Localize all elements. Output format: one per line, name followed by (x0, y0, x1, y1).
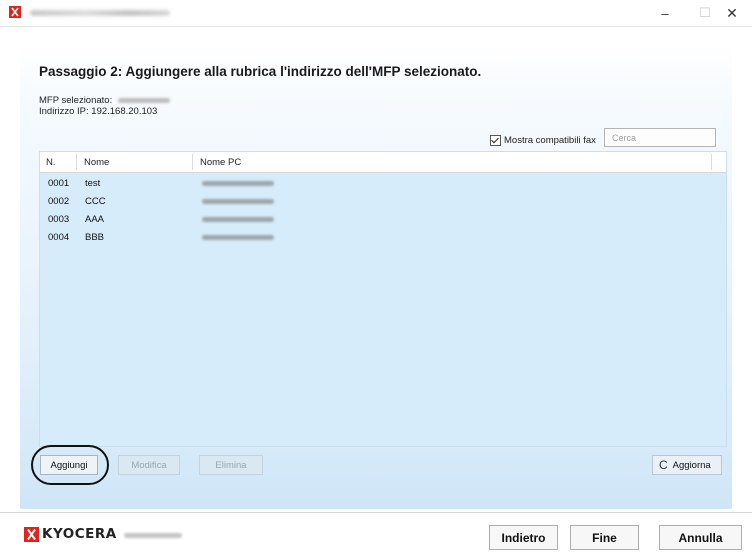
row-number: 0003 (48, 214, 70, 225)
ip-address-line: Indirizzo IP: 192.168.20.103 (39, 106, 157, 117)
fax-compatible-label: Mostra compatibili fax (504, 135, 596, 146)
row-name: CCC (85, 196, 106, 207)
table-row[interactable]: 0004 BBB (40, 228, 726, 246)
row-name: BBB (85, 232, 105, 243)
row-number: 0004 (48, 232, 70, 243)
footer-divider (0, 512, 752, 513)
refresh-button[interactable]: C Aggiorna (652, 455, 722, 475)
cancel-button[interactable]: Annulla (659, 525, 742, 550)
row-number: 0002 (48, 196, 70, 207)
refresh-icon: C (659, 458, 668, 472)
minimize-button[interactable]: – (645, 0, 685, 26)
wizard-panel: Passaggio 2: Aggiungere alla rubrica l'i… (20, 44, 732, 509)
row-name: AAA (85, 214, 105, 225)
selected-mfp-value-redacted (117, 97, 170, 103)
search-input[interactable] (604, 128, 716, 147)
column-divider[interactable] (192, 154, 193, 170)
window-title-redacted (30, 10, 170, 16)
column-header-number[interactable]: N. (46, 157, 56, 168)
column-divider[interactable] (76, 154, 77, 170)
table-header: N. Nome Nome PC (40, 152, 726, 173)
row-pc-name-redacted (202, 217, 274, 222)
address-book-table[interactable]: N. Nome Nome PC 0001 test 0002 CCC 0003 … (39, 151, 727, 447)
kyocera-app-icon (9, 6, 21, 18)
row-number: 0001 (48, 178, 70, 189)
column-divider[interactable] (711, 154, 712, 170)
brand-name: KYOCERA (42, 526, 117, 542)
table-row[interactable]: 0002 CCC (40, 192, 726, 210)
delete-button[interactable]: Elimina (199, 455, 263, 475)
row-pc-name-redacted (202, 199, 274, 204)
add-button-highlight-ring (31, 445, 109, 485)
step-title: Passaggio 2: Aggiungere alla rubrica l'i… (39, 64, 482, 79)
refresh-label: Aggiorna (672, 459, 711, 471)
selected-mfp-line: MFP selezionato: (39, 95, 170, 106)
kyocera-logo: KYOCERA (24, 526, 117, 542)
table-body: 0001 test 0002 CCC 0003 AAA 0004 BBB (40, 173, 726, 246)
row-name: test (85, 178, 101, 189)
kyocera-logo-icon (24, 526, 39, 542)
column-header-pc-name[interactable]: Nome PC (200, 157, 241, 168)
row-pc-name-redacted (202, 181, 274, 186)
edit-button[interactable]: Modifica (118, 455, 180, 475)
row-pc-name-redacted (202, 235, 274, 240)
column-header-name[interactable]: Nome (84, 157, 109, 168)
close-button[interactable]: ✕ (712, 0, 752, 26)
back-button[interactable]: Indietro (489, 525, 558, 550)
ip-address-value: 192.168.20.103 (91, 106, 158, 117)
title-bar: – ☐ ✕ (0, 0, 752, 27)
finish-button[interactable]: Fine (570, 525, 639, 550)
fax-compatible-checkbox[interactable]: Mostra compatibili fax (490, 135, 596, 146)
ip-address-label: Indirizzo IP: (39, 106, 89, 117)
table-row[interactable]: 0003 AAA (40, 210, 726, 228)
table-row[interactable]: 0001 test (40, 174, 726, 192)
selected-mfp-label: MFP selezionato: (39, 95, 113, 106)
footer-text-redacted (124, 533, 182, 538)
checkbox-checked-icon[interactable] (490, 135, 501, 146)
